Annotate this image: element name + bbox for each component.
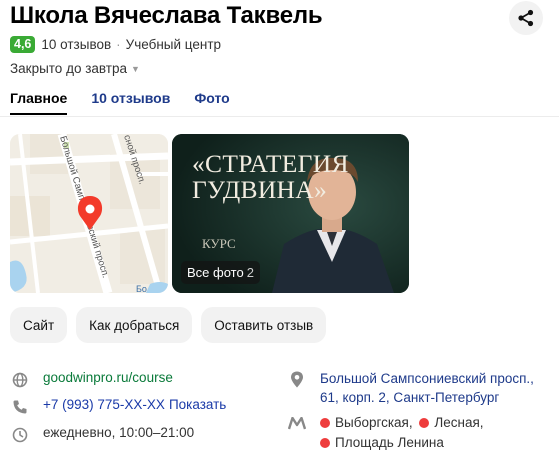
- org-title: Школа Вячеслава Таквель: [10, 2, 323, 29]
- website-row: goodwinpro.ru/course: [10, 370, 173, 390]
- write-review-button[interactable]: Оставить отзыв: [201, 307, 327, 343]
- all-photos-button[interactable]: Все фото 2: [181, 261, 260, 284]
- map-street-label-3: Бо: [136, 284, 147, 293]
- all-photos-label: Все фото: [187, 265, 244, 280]
- address-line-2: 61, корп. 2, Санкт-Петербург: [320, 390, 500, 405]
- metro-line-dot: [320, 438, 330, 448]
- address-line-1: Большой Сампсониевский просп.,: [320, 371, 534, 386]
- phone-number[interactable]: +7 (993) 775-XX-XX: [43, 397, 165, 412]
- action-buttons: Сайт Как добраться Оставить отзыв: [10, 307, 335, 343]
- photo-overlay-title: «СТРАТЕГИЯ ГУДВИНА»: [192, 151, 349, 203]
- photo-preview[interactable]: «СТРАТЕГИЯ ГУДВИНА» КУРС Все фото 2: [172, 134, 409, 293]
- metro-icon: [287, 413, 307, 433]
- route-button[interactable]: Как добраться: [76, 307, 193, 343]
- share-button[interactable]: [509, 1, 543, 35]
- address-link[interactable]: Большой Сампсониевский просп., 61, корп.…: [320, 369, 534, 407]
- photo-title-line1: «СТРАТЕГИЯ: [192, 149, 349, 178]
- hours-row: ежедневно, 10:00–21:00: [10, 425, 194, 445]
- metro-station-3[interactable]: Площадь Ленина: [335, 435, 444, 450]
- tab-photos[interactable]: Фото: [194, 90, 229, 115]
- clock-icon: [10, 425, 30, 445]
- location-pin-icon: [287, 369, 307, 389]
- photo-course-label: КУРС: [202, 236, 236, 251]
- metro-stations: Выборгская, Лесная, Площадь Ленина: [320, 413, 484, 453]
- photo-title-line2: ГУДВИНА»: [192, 175, 328, 204]
- tab-bar: Главное 10 отзывов Фото: [10, 90, 254, 115]
- phone-row: +7 (993) 775-XX-XX Показать: [10, 397, 226, 417]
- rating-badge[interactable]: 4,6: [10, 36, 36, 53]
- map-preview[interactable]: Большой Сампсониевский просп. сной просп…: [10, 134, 168, 293]
- reviews-count[interactable]: 10 отзывов: [41, 37, 111, 52]
- phone-icon: [10, 397, 30, 417]
- hours-status-text: Закрыто до завтра: [10, 61, 127, 76]
- show-phone-link[interactable]: Показать: [169, 397, 226, 412]
- working-hours[interactable]: ежедневно, 10:00–21:00: [43, 425, 194, 440]
- tab-main[interactable]: Главное: [10, 90, 68, 115]
- metro-row: Выборгская, Лесная, Площадь Ленина: [287, 413, 484, 453]
- metro-station-1[interactable]: Выборгская,: [335, 415, 413, 430]
- tabs-divider: [0, 116, 559, 117]
- address-row: Большой Сампсониевский просп., 61, корп.…: [287, 369, 534, 407]
- rating-line: 4,6 10 отзывов · Учебный центр: [10, 36, 221, 53]
- metro-line-dot: [320, 418, 330, 428]
- category-label: Учебный центр: [125, 37, 222, 52]
- tab-reviews[interactable]: 10 отзывов: [91, 90, 170, 115]
- website-link[interactable]: goodwinpro.ru/course: [43, 370, 173, 385]
- metro-station-2[interactable]: Лесная,: [434, 415, 483, 430]
- chevron-down-icon: ▼: [130, 63, 140, 74]
- all-photos-count: 2: [246, 265, 254, 280]
- site-button[interactable]: Сайт: [10, 307, 68, 343]
- share-icon: [518, 9, 534, 27]
- globe-icon: [10, 370, 30, 390]
- hours-status[interactable]: Закрыто до завтра ▼: [10, 61, 140, 76]
- separator-dot: ·: [116, 37, 121, 52]
- metro-line-dot: [419, 418, 430, 428]
